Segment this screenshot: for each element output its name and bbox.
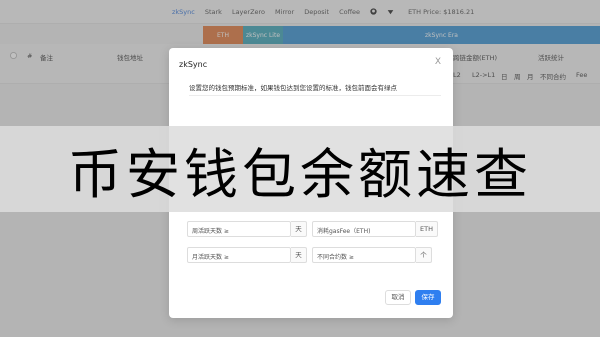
save-button[interactable]: 保存 <box>415 290 441 305</box>
modal-title: zkSync <box>179 60 208 69</box>
weekly-active-days-input[interactable]: 周活跃天数 ≥ <box>187 221 291 237</box>
unit-suffix: 个 <box>416 247 432 263</box>
modal-description: 设置您的钱包预期标准，如果钱包达到您设置的标准，钱包前面会有绿点 <box>189 84 397 92</box>
unit-suffix: 天 <box>291 247 307 263</box>
divider <box>189 95 441 96</box>
gas-fee-input[interactable]: 消耗gasFee（ETH) <box>312 221 416 237</box>
field-label: 不同合约数 ≥ <box>317 254 354 261</box>
close-icon[interactable]: X <box>435 57 441 67</box>
monthly-active-days-input[interactable]: 月活跃天数 ≥ <box>187 247 291 263</box>
field-label: 消耗gasFee（ETH) <box>317 228 371 235</box>
distinct-contracts-input[interactable]: 不同合约数 ≥ <box>312 247 416 263</box>
field-label: 周活跃天数 ≥ <box>192 228 229 235</box>
unit-suffix: ETH <box>416 221 438 237</box>
banner-title: 币安钱包余额速查 <box>68 142 532 206</box>
title-banner: 币安钱包余额速查 <box>0 126 600 212</box>
field-label: 月活跃天数 ≥ <box>192 254 229 261</box>
cancel-button[interactable]: 取消 <box>385 290 411 305</box>
unit-suffix: 天 <box>291 221 307 237</box>
